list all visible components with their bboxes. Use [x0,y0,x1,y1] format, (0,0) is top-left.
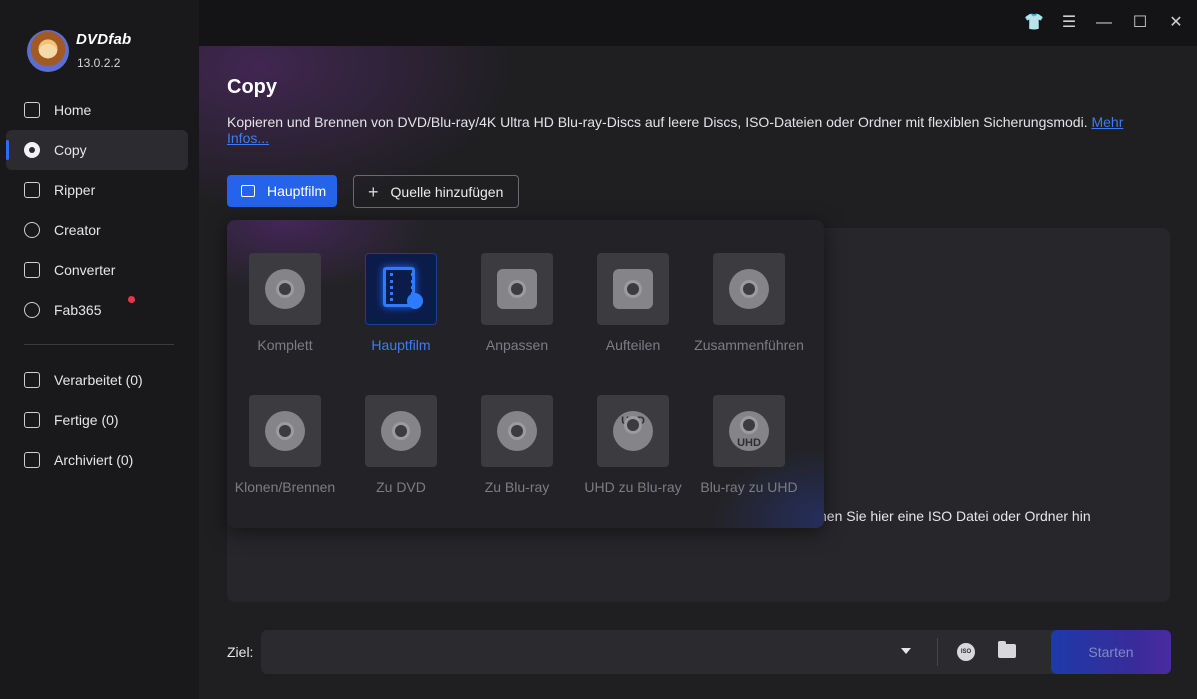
mode-label: Zusammenführen [694,337,804,353]
mode-label: Hauptfilm [371,337,431,353]
target-label: Ziel: [227,644,254,660]
archive-icon [24,452,40,468]
mode-zu-dvd[interactable]: Zu DVD [346,395,456,495]
start-button[interactable]: Starten [1051,630,1171,674]
separator [937,638,938,666]
mode-klonen-brennen[interactable]: Klonen/Brennen [230,395,340,495]
uhd-badge: UHD [621,415,645,427]
sidebar: DVDfab 13.0.2.2 Home Copy Ripper Creator… [0,0,199,699]
copy-mode-panel: Komplett Hauptfilm Anpassen Aufteilen Zu… [227,220,824,528]
uhd-to-bluray-icon: UHD [613,411,653,451]
chevron-down-icon[interactable] [901,648,911,654]
mode-komplett[interactable]: Komplett [230,253,340,353]
shirt-skin-icon[interactable]: 👕 [1024,14,1044,32]
sidebar-item-label: Creator [54,222,101,238]
sidebar-item-finished[interactable]: Fertige (0) [6,400,188,440]
bluray-to-dvd-icon [381,411,421,451]
sidebar-item-home[interactable]: Home [6,90,188,130]
sidebar-item-label: Home [54,102,92,118]
fab365-icon [24,302,40,318]
plus-icon: + [368,181,379,202]
minimize-icon[interactable]: — [1095,14,1113,32]
mode-enter-icon [241,185,255,197]
target-path-select[interactable]: ISO [261,630,1110,674]
sidebar-item-copy[interactable]: Copy [6,130,188,170]
mode-zusammenfuehren[interactable]: Zusammenführen [684,253,814,353]
mode-label: Anpassen [485,337,549,353]
sidebar-item-processing[interactable]: Verarbeitet (0) [6,360,188,400]
converter-icon [24,262,40,278]
title-bar: 👕 ☰ — ☐ ✕ [199,0,1197,46]
sidebar-item-label: Fab365 [54,302,102,318]
notification-badge [128,296,135,303]
edit-icon [497,269,537,309]
sidebar-item-label: Ripper [54,182,96,198]
copy-disc-icon [24,142,40,158]
mode-zu-bluray[interactable]: Zu Blu-ray [462,395,572,495]
home-icon [24,102,40,118]
sidebar-item-ripper[interactable]: Ripper [6,170,188,210]
sidebar-item-converter[interactable]: Converter [6,250,188,290]
mode-label: Zu DVD [376,479,426,495]
mode-bluray-zu-uhd[interactable]: UHD Blu-ray zu UHD [694,395,804,495]
drop-zone-hint: hen Sie hier eine ISO Datei oder Ordner … [819,508,1091,524]
sidebar-item-label: Archiviert (0) [54,452,134,468]
mode-anpassen[interactable]: Anpassen [462,253,572,353]
to-bluray-icon [497,411,537,451]
dvdfab-logo-icon [27,30,69,72]
processing-icon [24,372,40,388]
mode-selector-button[interactable]: Hauptfilm [227,175,337,207]
close-icon[interactable]: ✕ [1167,14,1185,32]
app-version: 13.0.2.2 [77,56,121,70]
finished-icon [24,412,40,428]
uhd-badge: UHD [737,437,761,449]
creator-icon [24,222,40,238]
menu-icon[interactable]: ☰ [1060,14,1078,32]
maximize-icon[interactable]: ☐ [1131,14,1149,32]
sidebar-item-archive[interactable]: Archiviert (0) [6,440,188,480]
sidebar-item-fab365[interactable]: Fab365 [6,290,188,330]
description-text: Kopieren und Brennen von DVD/Blu-ray/4K … [227,114,1088,130]
bluray-to-uhd-icon: UHD [729,411,769,451]
mode-label: Aufteilen [605,337,661,353]
page-title: Copy [227,76,277,98]
sidebar-item-label: Copy [54,142,87,158]
main-content: Copy Kopieren und Brennen von DVD/Blu-ra… [199,46,1197,699]
sidebar-divider [24,344,174,345]
page-description: Kopieren und Brennen von DVD/Blu-ray/4K … [227,114,1147,146]
sidebar-item-label: Fertige (0) [54,412,119,428]
burn-flame-icon [265,411,305,451]
mode-aufteilen[interactable]: Aufteilen [578,253,688,353]
sidebar-item-label: Converter [54,262,116,278]
add-source-label: Quelle hinzufügen [390,183,504,200]
mode-label: Komplett [257,337,313,353]
mode-label: Klonen/Brennen [234,479,336,495]
add-source-button[interactable]: + Quelle hinzufügen [353,175,519,208]
mode-hauptfilm[interactable]: Hauptfilm [346,253,456,353]
sidebar-item-label: Verarbeitet (0) [54,372,143,388]
sidebar-item-creator[interactable]: Creator [6,210,188,250]
mode-label: UHD zu Blu-ray [584,479,682,495]
ripper-icon [24,182,40,198]
mode-uhd-zu-bluray[interactable]: UHD UHD zu Blu-ray [578,395,688,495]
split-crop-icon [613,269,653,309]
merge-link-icon [729,269,769,309]
brand-name: DVDfab [76,31,132,48]
mode-selector-label: Hauptfilm [267,183,327,199]
disc-icon [265,269,305,309]
iso-icon[interactable]: ISO [957,643,975,661]
mode-label: Blu-ray zu UHD [700,479,798,495]
mode-label: Zu Blu-ray [484,479,550,495]
folder-icon[interactable] [998,641,1016,658]
